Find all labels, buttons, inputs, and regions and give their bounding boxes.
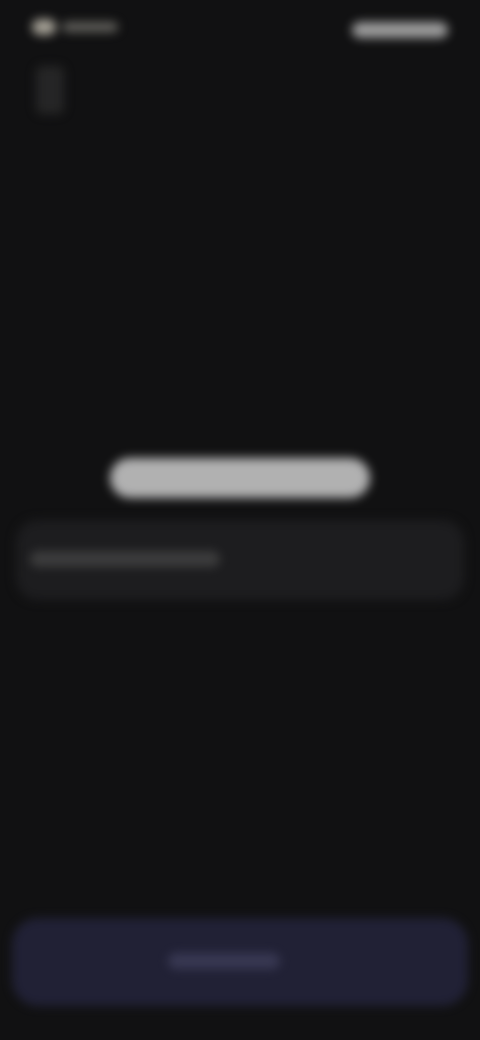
status-icon — [32, 19, 56, 35]
status-left — [32, 18, 120, 36]
status-right — [352, 22, 448, 38]
status-time — [62, 22, 118, 32]
app-screen — [0, 0, 480, 1040]
primary-button-label — [168, 953, 280, 969]
page-title — [110, 458, 370, 498]
status-bar — [0, 0, 480, 114]
input-placeholder-text — [30, 551, 220, 567]
back-icon[interactable] — [36, 66, 64, 114]
